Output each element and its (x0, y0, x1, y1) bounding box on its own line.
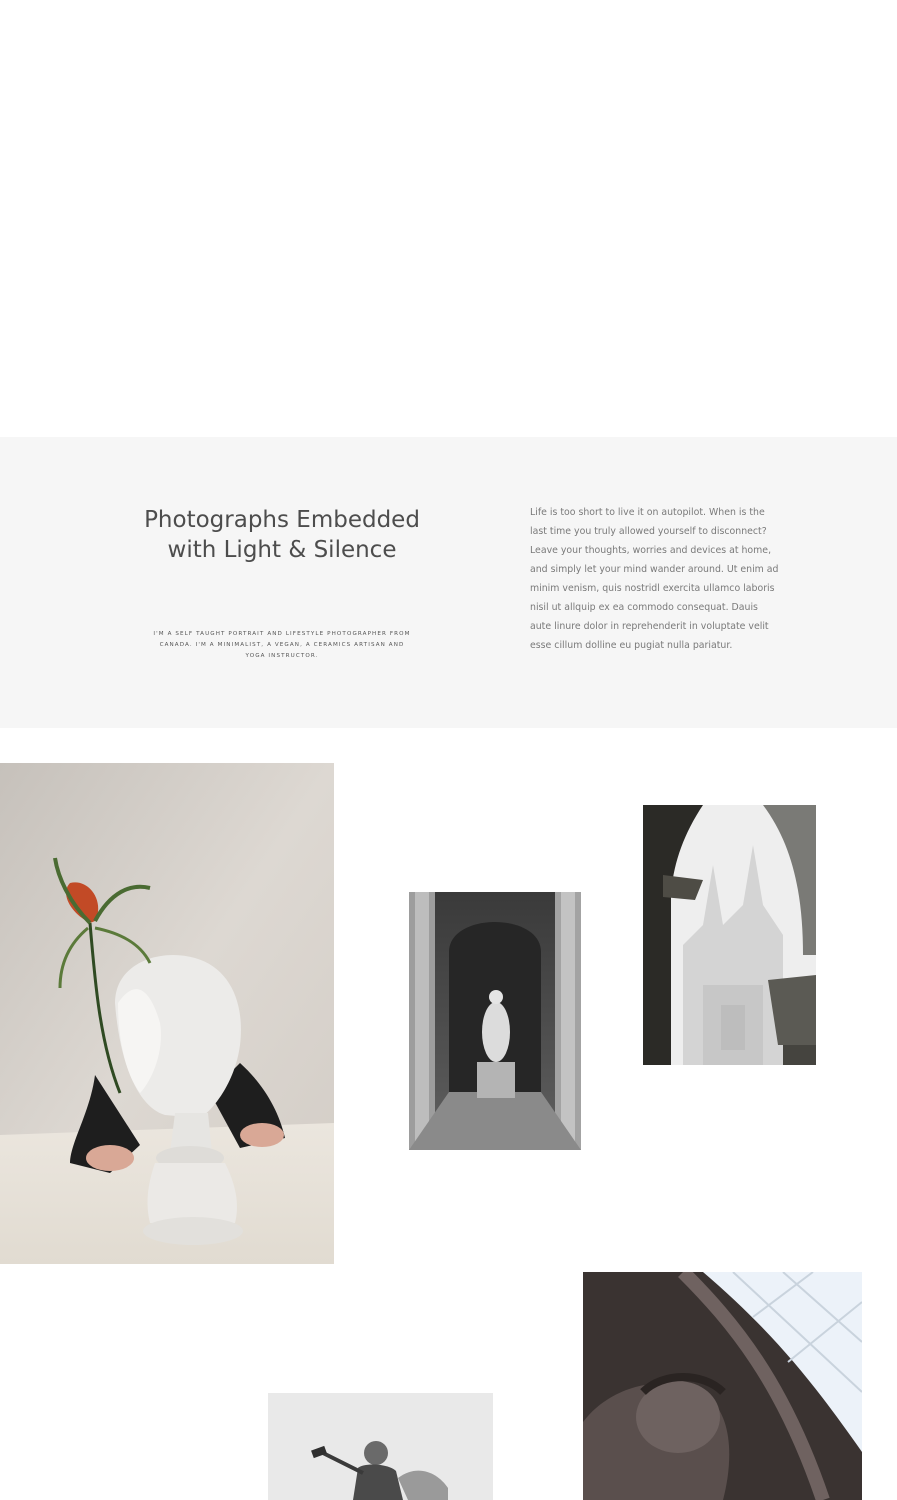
bust-with-flower-photo[interactable] (0, 763, 334, 1264)
dome-and-sculpture-image (583, 1272, 862, 1500)
angel-statue-image (268, 1393, 493, 1500)
cathedral-through-arch-image (643, 805, 816, 1065)
intro-section: Photographs Embedded with Light & Silenc… (0, 437, 897, 728)
hero-blank-area (0, 0, 897, 437)
statue-in-archway-image (409, 892, 581, 1150)
intro-title: Photographs Embedded with Light & Silenc… (144, 507, 420, 563)
intro-caption: I'M A SELF TAUGHT PORTRAIT AND LIFESTYLE… (153, 631, 411, 659)
intro-body-text: Life is too short to live it on autopilo… (530, 507, 779, 651)
cathedral-through-arch-photo[interactable] (643, 805, 816, 1065)
statue-in-archway-photo[interactable] (409, 892, 581, 1150)
dome-and-sculpture-photo[interactable] (583, 1272, 862, 1500)
bust-with-flower-image (0, 763, 334, 1264)
angel-statue-photo[interactable] (268, 1393, 493, 1500)
